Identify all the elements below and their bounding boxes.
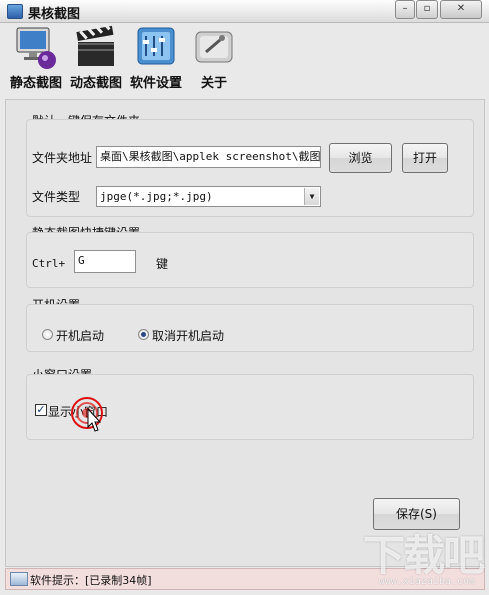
chevron-down-icon[interactable]: ▼ xyxy=(304,188,319,205)
folder-path-label: 文件夹地址 xyxy=(32,151,93,165)
file-type-select[interactable]: jpge(*.jpg;*.jpg) ▼ xyxy=(96,186,321,207)
file-type-label: 文件类型 xyxy=(32,190,81,204)
toolbar: 静态截图 动态截图 软件设置 关于 xyxy=(0,21,489,94)
window-title: 果核截图 xyxy=(28,7,81,22)
tool-static-capture[interactable]: 静态截图 xyxy=(8,24,64,91)
watermark-logo: 下载吧 xyxy=(362,531,485,580)
settings-panel: 默认一键保存文件夹 文件夹地址 桌面\果核截图\applek screensho… xyxy=(5,99,485,567)
startup-disable-label[interactable]: 取消开机启动 xyxy=(152,327,224,344)
startup-disable-radio[interactable] xyxy=(138,329,149,340)
hotkey-suffix-label: 键 xyxy=(156,257,169,271)
maximize-button[interactable]: ▫ xyxy=(416,0,438,19)
tool-label: 关于 xyxy=(200,76,227,91)
settings-panel-icon xyxy=(134,24,178,70)
folder-icon xyxy=(10,572,28,586)
folder-path-input[interactable]: 桌面\果核截图\applek screenshot\截图 xyxy=(96,146,321,168)
startup-enable-label[interactable]: 开机启动 xyxy=(56,327,104,344)
tool-label: 动态截图 xyxy=(69,76,122,91)
app-icon xyxy=(7,4,23,19)
hand-cursor-icon xyxy=(86,407,102,434)
hotkey-input[interactable]: G xyxy=(74,250,136,273)
clapperboard-icon xyxy=(74,21,118,70)
show-mini-window-checkbox[interactable]: ✓ xyxy=(35,404,47,416)
watermark-url: www.xiazaiba.com xyxy=(378,576,475,587)
info-card-icon xyxy=(192,24,236,70)
open-folder-button[interactable]: 打开 xyxy=(402,143,448,173)
title-bar: 果核截图 – ▫ ✕ xyxy=(0,0,489,23)
browse-button[interactable]: 浏览 xyxy=(329,143,392,173)
ctrl-modifier-label: Ctrl+ xyxy=(32,257,66,270)
tool-label: 软件设置 xyxy=(129,76,182,91)
status-text: 软件提示：[已录制34帧] xyxy=(30,574,152,587)
tool-settings[interactable]: 软件设置 xyxy=(127,24,185,91)
minimize-button[interactable]: – xyxy=(395,0,415,19)
tool-dynamic-capture[interactable]: 动态截图 xyxy=(67,21,125,91)
startup-enable-radio[interactable] xyxy=(42,329,53,340)
file-type-value: jpge(*.jpg;*.jpg) xyxy=(100,190,213,203)
monitor-icon xyxy=(14,24,58,70)
tool-label: 静态截图 xyxy=(9,76,62,91)
close-button[interactable]: ✕ xyxy=(440,0,482,19)
tool-about[interactable]: 关于 xyxy=(191,24,237,91)
